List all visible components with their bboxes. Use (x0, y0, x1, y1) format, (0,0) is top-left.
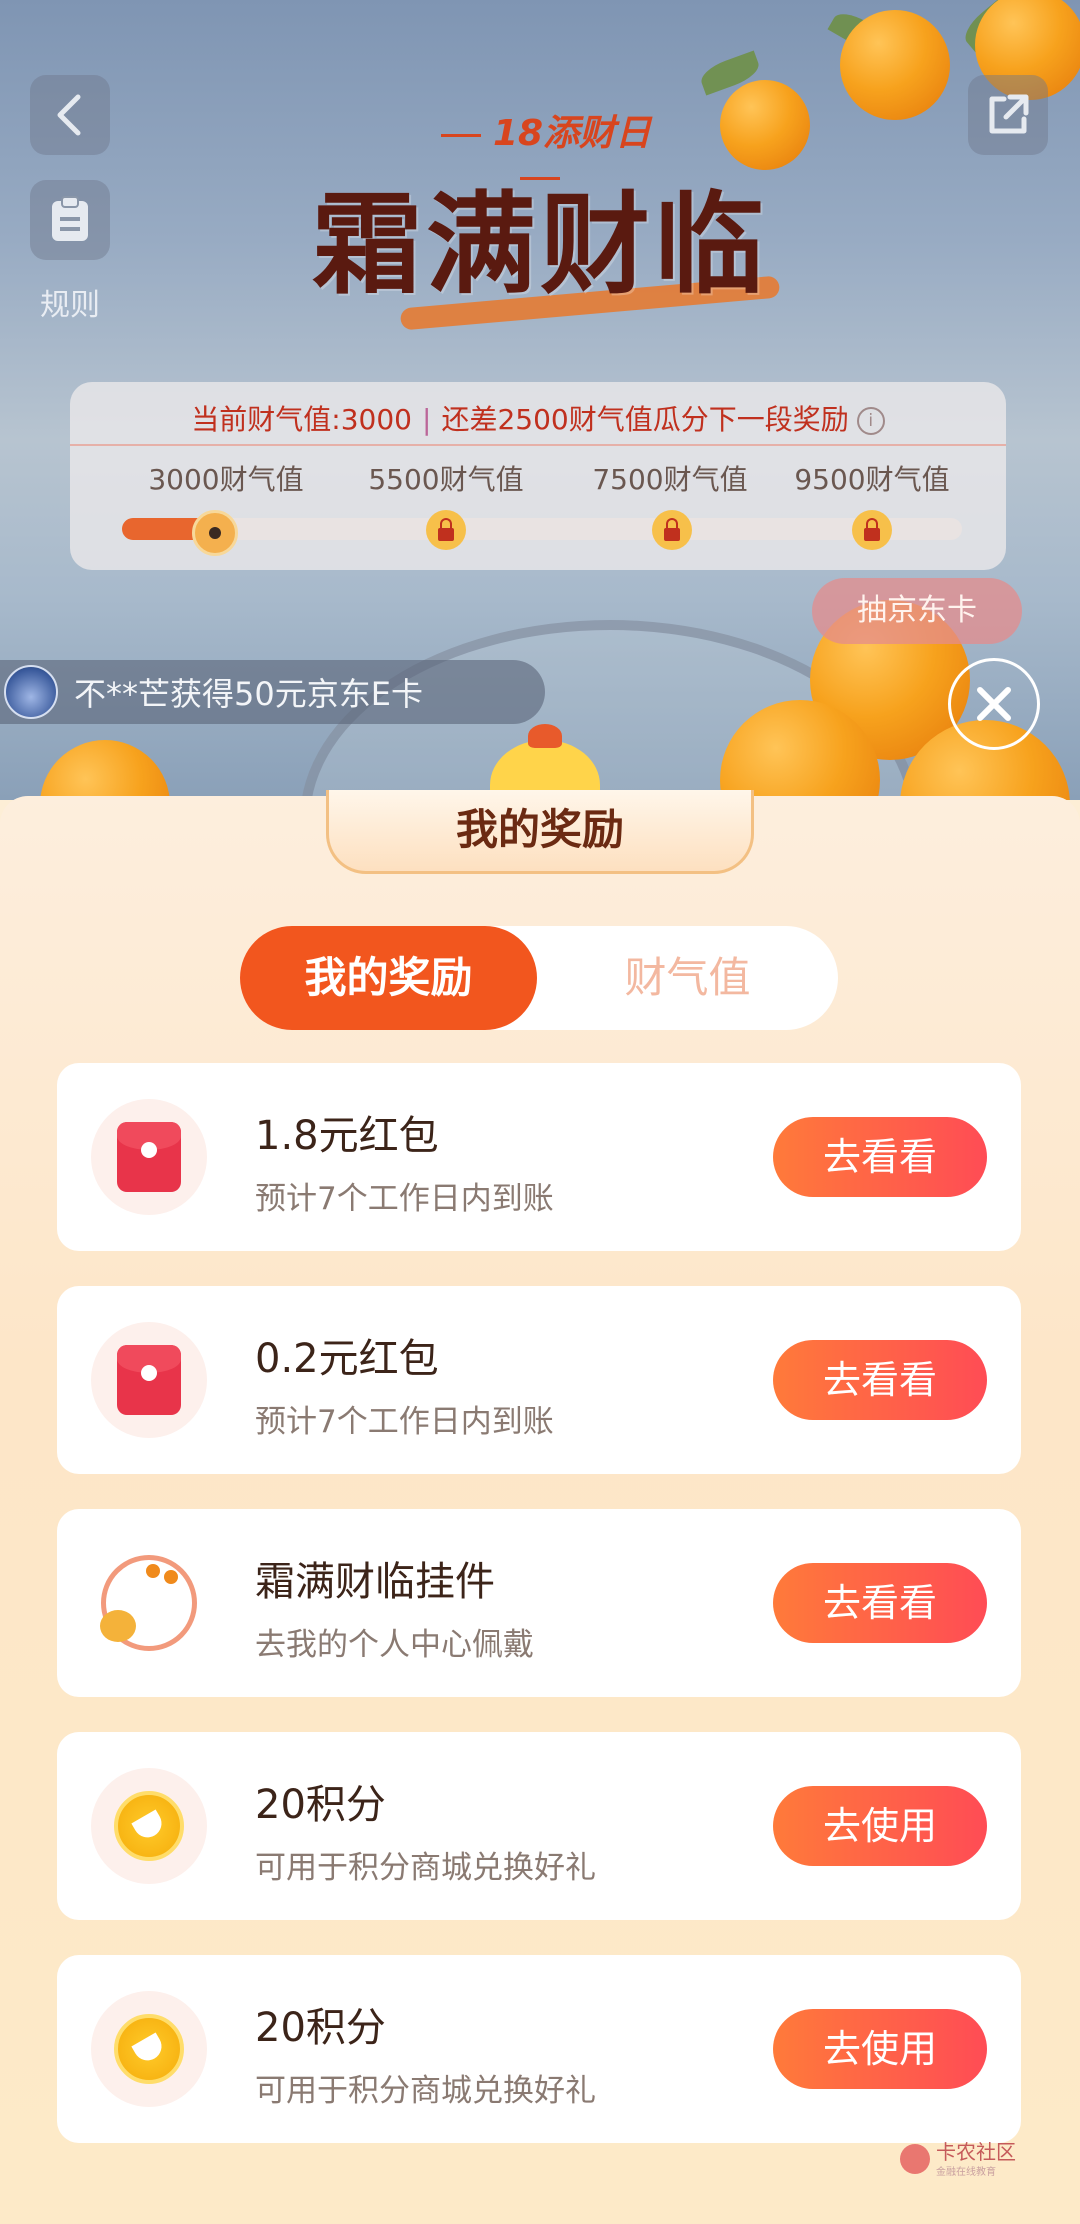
pendant-frame-icon (91, 1545, 207, 1661)
reward-title: 20积分 (255, 2005, 386, 2051)
reward-card: 1.8元红包 预计7个工作日内到账 去看看 (57, 1063, 1021, 1251)
orange-decoration (720, 80, 810, 170)
reward-card: 0.2元红包 预计7个工作日内到账 去看看 (57, 1286, 1021, 1474)
reward-subtitle: 可用于积分商城兑换好礼 (255, 2073, 596, 2109)
milestone-current-marker (192, 510, 238, 556)
watermark-tagline: 金融在线教育 (936, 2166, 996, 2178)
watermark-name: 卡农社区 (936, 2139, 1016, 2164)
red-envelope-icon (91, 1099, 207, 1215)
milestone-label: 9500财气值 (794, 463, 950, 496)
divider (70, 444, 1006, 446)
close-button[interactable] (948, 658, 1040, 750)
view-button[interactable]: 去看看 (773, 1340, 987, 1420)
lock-icon (852, 510, 892, 550)
progress-card: 当前财气值:3000 | 还差2500财气值瓜分下一段奖励 i 3000财气值 550… (70, 382, 1006, 570)
watermark: 卡农社区 金融在线教育 (900, 2134, 1060, 2184)
view-button[interactable]: 去看看 (773, 1117, 987, 1197)
rules-button[interactable] (30, 180, 110, 260)
points-coin-icon (91, 1768, 207, 1884)
reward-title: 霜满财临挂件 (255, 1559, 495, 1605)
close-icon (977, 687, 1011, 721)
lock-icon (652, 510, 692, 550)
reward-subtitle: 去我的个人中心佩戴 (255, 1627, 534, 1663)
rules-label[interactable]: 规则 (30, 280, 110, 324)
reward-card: 20积分 可用于积分商城兑换好礼 去使用 (57, 1955, 1021, 2143)
orange-decoration (40, 740, 170, 800)
reward-title: 20积分 (255, 1782, 386, 1828)
document-icon (52, 196, 88, 241)
points-coin-icon (91, 1991, 207, 2107)
sheet-title: 我的奖励 (326, 790, 754, 874)
view-button[interactable]: 去看看 (773, 1563, 987, 1643)
progress-status: 当前财气值:3000 | 还差2500财气值瓜分下一段奖励 i (70, 398, 1006, 438)
milestone-label: 3000财气值 (148, 463, 304, 496)
reward-subtitle: 预计7个工作日内到账 (255, 1404, 554, 1440)
winner-ticker: 不**芒获得50元京东E卡 (0, 660, 545, 724)
share-icon (989, 94, 1029, 134)
reward-title: 0.2元红包 (255, 1336, 439, 1382)
reward-card: 20积分 可用于积分商城兑换好礼 去使用 (57, 1732, 1021, 1920)
remaining-text: 还差2500财气值瓜分下一段奖励 (441, 403, 849, 436)
use-button[interactable]: 去使用 (773, 2009, 987, 2089)
current-value-text: 当前财气值:3000 (191, 403, 412, 436)
progress-track (122, 518, 962, 540)
red-envelope-icon (91, 1322, 207, 1438)
event-title: 霜满财临 (312, 180, 768, 309)
info-icon[interactable]: i (856, 407, 885, 435)
share-button[interactable] (968, 75, 1048, 155)
tab-my-rewards[interactable]: 我的奖励 (240, 926, 537, 1030)
draw-jd-card-button[interactable]: 抽京东卡 (812, 578, 1022, 644)
reward-title: 1.8元红包 (255, 1113, 439, 1159)
ticker-text: 不**芒获得50元京东E卡 (74, 675, 423, 713)
reward-card: 霜满财临挂件 去我的个人中心佩戴 去看看 (57, 1509, 1021, 1697)
orange-decoration (840, 10, 950, 120)
lock-icon (426, 510, 466, 550)
back-button[interactable] (30, 75, 110, 155)
milestone-label: 5500财气值 (368, 463, 524, 496)
reward-subtitle: 可用于积分商城兑换好礼 (255, 1850, 596, 1886)
avatar (4, 665, 58, 719)
tab-fortune-value[interactable]: 财气值 (537, 926, 838, 1030)
chevron-left-icon (57, 94, 81, 136)
reward-subtitle: 预计7个工作日内到账 (255, 1181, 554, 1217)
use-button[interactable]: 去使用 (773, 1786, 987, 1866)
watermark-logo-icon (900, 2144, 930, 2174)
milestone-label: 7500财气值 (592, 463, 748, 496)
